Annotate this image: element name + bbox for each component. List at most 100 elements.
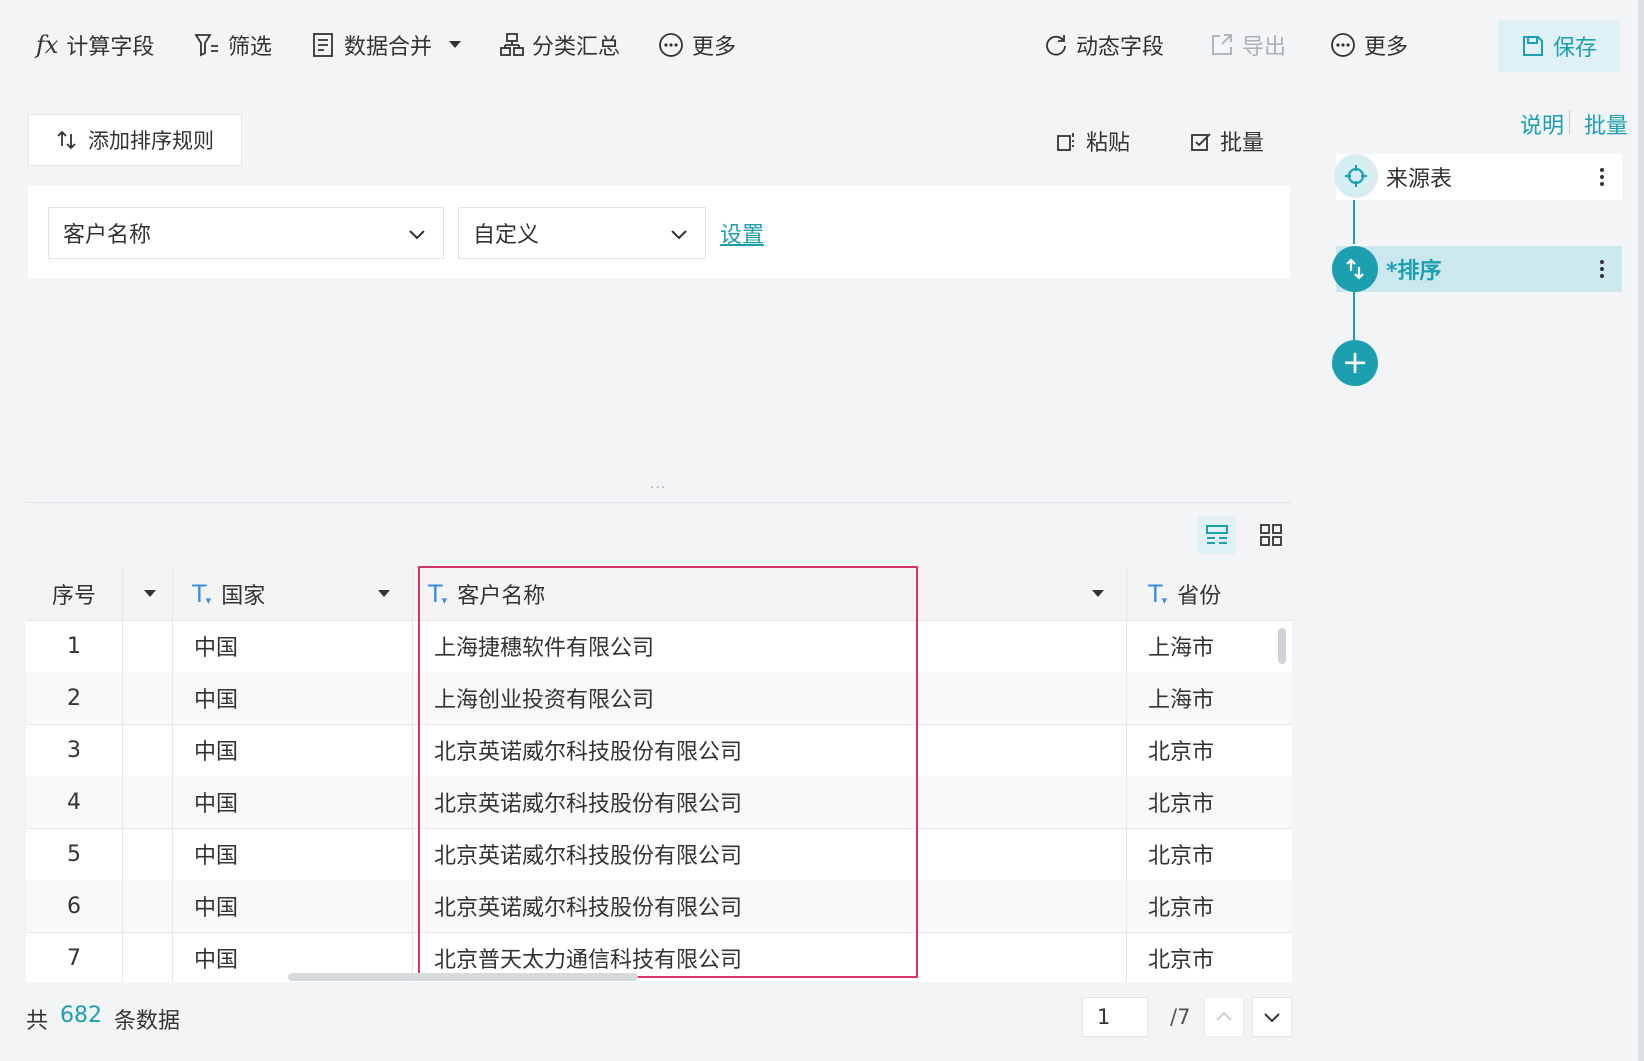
sort-order-select[interactable]: 自定义 bbox=[458, 207, 706, 259]
cell-index: 7 bbox=[67, 945, 81, 971]
cell-index: 1 bbox=[67, 633, 81, 659]
vertical-scrollbar[interactable] bbox=[1278, 628, 1286, 664]
text-type-icon: T ▾ bbox=[428, 580, 448, 608]
add-sort-rule-button[interactable]: 添加排序规则 bbox=[28, 114, 242, 166]
refresh-icon bbox=[1046, 35, 1066, 56]
splitter-handle[interactable]: ... bbox=[650, 476, 666, 492]
cell-customer: 北京英诺威尔科技股份有限公司 bbox=[434, 792, 743, 817]
table-row[interactable]: 4 中国 北京英诺威尔科技股份有限公司 北京市 bbox=[26, 776, 1292, 829]
batch-button[interactable]: 批量 bbox=[1190, 126, 1264, 156]
paste-button[interactable]: 粘贴 bbox=[1056, 126, 1130, 156]
cell-province: 北京市 bbox=[1148, 792, 1215, 817]
text-type-glyph: T bbox=[192, 580, 207, 608]
paste-icon bbox=[1057, 133, 1074, 151]
page-down-button[interactable] bbox=[1252, 997, 1292, 1037]
add-step-button[interactable]: + bbox=[1332, 340, 1378, 386]
page-up-button[interactable] bbox=[1204, 997, 1244, 1037]
column-menu-button[interactable] bbox=[1084, 580, 1112, 608]
settings-link[interactable]: 设置 bbox=[720, 217, 764, 249]
column-header-customer[interactable]: T ▾ 客户名称 bbox=[428, 568, 545, 620]
group-summary-button[interactable]: 分类汇总 bbox=[500, 28, 620, 62]
page-number-input[interactable]: 1 bbox=[1082, 997, 1148, 1037]
cell-customer: 上海捷穗软件有限公司 bbox=[434, 636, 655, 661]
more-right-button[interactable]: 更多 bbox=[1330, 28, 1408, 62]
caret-down-icon bbox=[378, 590, 390, 597]
text-type-glyph: T bbox=[1148, 580, 1163, 608]
merge-dropdown[interactable]: 数据合并 bbox=[312, 28, 464, 62]
list-view-icon bbox=[1206, 525, 1228, 544]
table-row[interactable]: 1 中国 上海捷穗软件有限公司 上海市 bbox=[26, 620, 1292, 673]
cell-country: 中国 bbox=[194, 740, 239, 765]
more-left-label: 更多 bbox=[692, 35, 737, 60]
kebab-menu-icon[interactable] bbox=[1598, 258, 1606, 280]
document-icon bbox=[313, 33, 333, 57]
export-button[interactable]: 导出 bbox=[1210, 28, 1286, 62]
grid-view-icon bbox=[1260, 524, 1282, 546]
more-right-label: 更多 bbox=[1364, 35, 1409, 60]
cell-province: 上海市 bbox=[1148, 688, 1215, 713]
column-header-country[interactable]: T ▾ 国家 bbox=[192, 568, 265, 620]
page-total: /7 bbox=[1170, 1005, 1191, 1029]
calc-field-button[interactable]: fx 计算字段 bbox=[36, 28, 154, 62]
caret-down-icon bbox=[1092, 590, 1104, 597]
cell-country: 中国 bbox=[194, 688, 239, 713]
column-divider bbox=[412, 568, 413, 982]
panel-divider bbox=[26, 502, 1292, 503]
fx-icon: fx bbox=[36, 31, 59, 59]
dynamic-field-button[interactable]: 动态字段 bbox=[1044, 28, 1164, 62]
toolbar: fx 计算字段 筛选 数据合并 分类汇总 更多 动态字段 导出 更多 保存 bbox=[0, 0, 1644, 88]
step-connector bbox=[1353, 290, 1355, 342]
sort-field-select[interactable]: 客户名称 bbox=[48, 207, 444, 259]
more-circle-icon bbox=[659, 33, 683, 57]
cell-country: 中国 bbox=[194, 896, 239, 921]
help-link[interactable]: 说明 bbox=[1520, 108, 1564, 140]
list-view-button[interactable] bbox=[1198, 516, 1236, 554]
table-header: 序号 T ▾ 国家 T ▾ 客户名称 T ▾ 省份 bbox=[26, 568, 1292, 621]
filter-button[interactable]: 筛选 bbox=[194, 28, 272, 62]
column-header-index: 序号 bbox=[52, 568, 96, 620]
sort-icon bbox=[57, 130, 76, 150]
cell-index: 2 bbox=[67, 685, 81, 711]
side-batch-link[interactable]: 批量 bbox=[1584, 108, 1628, 140]
table-row[interactable]: 7 中国 北京普天太力通信科技有限公司 北京市 bbox=[26, 932, 1292, 982]
sort-field-value: 客户名称 bbox=[63, 223, 152, 248]
hierarchy-icon bbox=[500, 33, 524, 56]
sort-order-value: 自定义 bbox=[473, 223, 540, 248]
sort-icon bbox=[1332, 246, 1378, 292]
step-sort[interactable]: *排序 bbox=[1336, 246, 1622, 292]
column-menu-button[interactable] bbox=[370, 580, 398, 608]
dynamic-field-label: 动态字段 bbox=[1076, 35, 1165, 60]
grid-view-button[interactable] bbox=[1252, 516, 1290, 554]
target-icon bbox=[1334, 154, 1378, 198]
kebab-menu-icon[interactable] bbox=[1598, 166, 1606, 188]
column-divider bbox=[122, 568, 123, 982]
export-icon bbox=[1212, 34, 1232, 55]
cell-index: 5 bbox=[67, 841, 81, 867]
cell-province: 北京市 bbox=[1148, 948, 1215, 973]
table-row[interactable]: 6 中国 北京英诺威尔科技股份有限公司 北京市 bbox=[26, 880, 1292, 933]
merge-label: 数据合并 bbox=[344, 35, 433, 60]
text-type-icon: T ▾ bbox=[192, 580, 212, 608]
column-header-province[interactable]: T ▾ 省份 bbox=[1148, 568, 1221, 620]
save-icon bbox=[1522, 36, 1543, 56]
caret-down-icon bbox=[144, 590, 156, 597]
column-divider bbox=[172, 568, 173, 982]
cell-customer: 上海创业投资有限公司 bbox=[434, 688, 655, 713]
step-source-table[interactable]: 来源表 bbox=[1336, 154, 1622, 200]
table-row[interactable]: 3 中国 北京英诺威尔科技股份有限公司 北京市 bbox=[26, 724, 1292, 777]
table-row[interactable]: 5 中国 北京英诺威尔科技股份有限公司 北京市 bbox=[26, 828, 1292, 881]
cell-customer: 北京英诺威尔科技股份有限公司 bbox=[434, 740, 743, 765]
horizontal-scrollbar[interactable] bbox=[288, 973, 638, 981]
text-type-icon: T ▾ bbox=[1148, 580, 1168, 608]
step-panel bbox=[1310, 88, 1638, 1061]
column-label: 客户名称 bbox=[457, 584, 546, 609]
save-button[interactable]: 保存 bbox=[1498, 20, 1620, 72]
page-current: 1 bbox=[1097, 1005, 1111, 1029]
table-row[interactable]: 2 中国 上海创业投资有限公司 上海市 bbox=[26, 672, 1292, 725]
text-type-glyph: T bbox=[428, 580, 443, 608]
more-left-button[interactable]: 更多 bbox=[658, 28, 736, 62]
column-label: 序号 bbox=[52, 584, 97, 609]
column-menu-button[interactable] bbox=[136, 580, 164, 608]
window-edge bbox=[1638, 0, 1644, 1061]
column-divider bbox=[1126, 568, 1127, 982]
